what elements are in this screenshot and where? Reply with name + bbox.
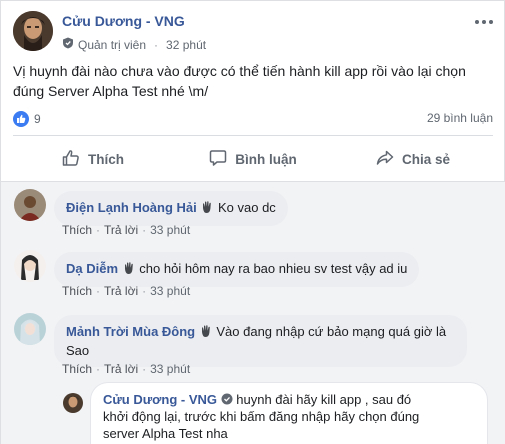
- share-arrow-icon: [376, 149, 394, 170]
- reply-text: server Alpha Test nha: [103, 426, 228, 441]
- comment-button[interactable]: Bình luận: [173, 139, 333, 179]
- author-role: Quản trị viên: [78, 37, 147, 52]
- comment-time[interactable]: 33 phút: [150, 223, 190, 237]
- separator-dot: ·: [96, 362, 101, 376]
- comment-text: Sao: [66, 343, 90, 358]
- comment-reply-link[interactable]: Trả lời: [104, 362, 138, 376]
- post-author-name[interactable]: Cửu Dương - VNG: [62, 13, 185, 29]
- waving-hand-icon: [200, 200, 214, 218]
- commenter-name[interactable]: Dạ Diễm: [66, 261, 118, 276]
- admin-shield-icon: [62, 37, 74, 52]
- comment-time[interactable]: 33 phút: [150, 284, 190, 298]
- commenter-avatar[interactable]: [14, 250, 46, 282]
- separator-dot: ·: [96, 223, 101, 237]
- comment-like-link[interactable]: Thích: [62, 284, 92, 298]
- waving-hand-icon: [199, 324, 213, 342]
- commenter-avatar[interactable]: [14, 189, 46, 221]
- comment-time[interactable]: 33 phút: [150, 362, 190, 376]
- like-button-label: Thích: [88, 151, 124, 167]
- comment-actions: Thích · Trả lời · 33 phút: [62, 284, 190, 298]
- meta-separator: ·: [154, 37, 159, 52]
- reaction-summary[interactable]: 9: [13, 111, 41, 127]
- waving-hand-icon: [122, 261, 136, 279]
- comment-like-link[interactable]: Thích: [62, 362, 92, 376]
- separator-dot: ·: [96, 284, 101, 298]
- share-button-label: Chia sẻ: [401, 151, 451, 167]
- post-meta: Quản trị viên · 32 phút: [62, 37, 206, 52]
- more-options-button[interactable]: [474, 15, 494, 29]
- comment-bubble: Điện Lạnh Hoàng Hải Ko vao dc: [54, 191, 288, 226]
- comment-bubble: Dạ Diễm cho hỏi hôm nay ra bao nhieu sv …: [54, 252, 420, 287]
- commenter-name[interactable]: Điện Lạnh Hoàng Hải: [66, 200, 197, 215]
- reply-text: huynh đài hãy kill app , sau đó: [236, 392, 412, 407]
- share-button[interactable]: Chia sẻ: [333, 139, 493, 179]
- verified-badge-icon: [221, 392, 233, 407]
- comment-button-label: Bình luận: [235, 151, 297, 167]
- like-reaction-icon: [13, 111, 29, 127]
- post-timestamp[interactable]: 32 phút: [166, 38, 206, 52]
- comment-text: Vào đang nhập cứ bảo mạng quá giờ là: [216, 324, 447, 339]
- reply-author-name[interactable]: Cửu Dương - VNG: [103, 392, 217, 407]
- divider: [13, 135, 493, 136]
- comment-count[interactable]: 29 bình luận: [427, 111, 493, 125]
- reply-author-avatar[interactable]: [63, 393, 83, 413]
- comment-actions: Thích · Trả lời · 33 phút: [62, 223, 190, 237]
- comment-text: cho hỏi hôm nay ra bao nhieu sv test vậy…: [139, 261, 408, 276]
- commenter-name[interactable]: Mảnh Trời Mùa Đông: [66, 324, 195, 339]
- more-dot-icon: [482, 20, 486, 24]
- comment-like-link[interactable]: Thích: [62, 223, 92, 237]
- comment-bubble-icon: [209, 149, 227, 170]
- more-dot-icon: [475, 20, 479, 24]
- like-button[interactable]: Thích: [13, 139, 173, 179]
- more-dot-icon: [489, 20, 493, 24]
- post-card: Cửu Dương - VNG Quản trị viên · 32 phút …: [0, 0, 505, 444]
- post-actions: Thích Bình luận Chia sẻ: [13, 139, 493, 179]
- comment-bubble: Mảnh Trời Mùa Đông Vào đang nhập cứ bảo …: [54, 315, 467, 367]
- like-count: 9: [34, 112, 41, 126]
- thumbs-up-icon: [62, 149, 80, 170]
- separator-dot: ·: [142, 362, 147, 376]
- reply-bubble: Cửu Dương - VNG huynh đài hãy kill app ,…: [90, 382, 488, 444]
- post-text: Vị huynh đài nào chưa vào được có thể ti…: [13, 63, 466, 99]
- separator-dot: ·: [142, 223, 147, 237]
- comment-reply-link[interactable]: Trả lời: [104, 223, 138, 237]
- separator-dot: ·: [142, 284, 147, 298]
- commenter-avatar[interactable]: [14, 313, 46, 345]
- comment-reply-link[interactable]: Trả lời: [104, 284, 138, 298]
- comment-text: Ko vao dc: [217, 200, 276, 215]
- post-stats: 9 29 bình luận: [13, 111, 493, 127]
- reply-text: khởi động lại, trước khi bấm đăng nhập h…: [103, 409, 420, 424]
- comment-actions: Thích · Trả lời · 33 phút: [62, 362, 190, 376]
- author-avatar[interactable]: [13, 11, 53, 51]
